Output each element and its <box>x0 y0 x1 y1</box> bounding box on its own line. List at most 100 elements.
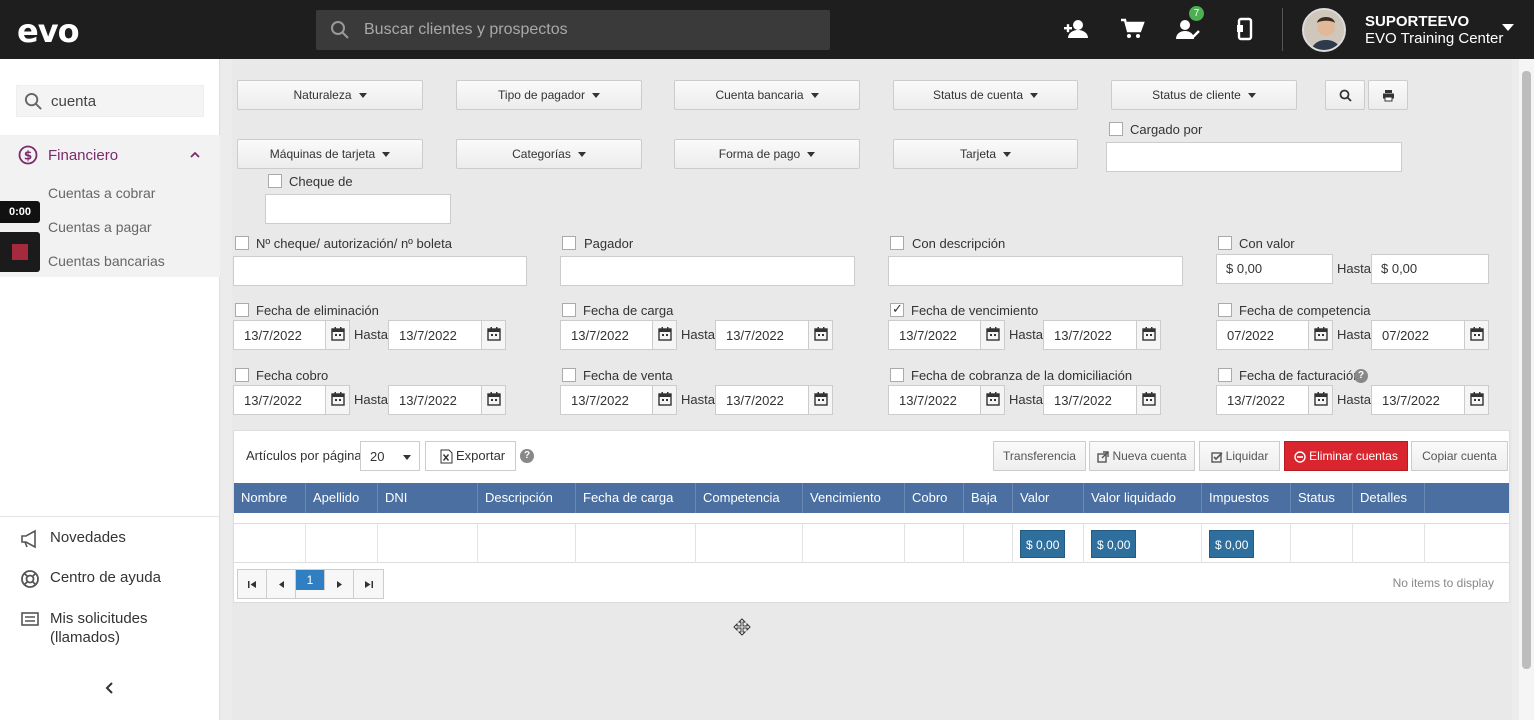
first-page-button[interactable] <box>238 570 267 598</box>
column-header[interactable]: Valor liquidado <box>1084 483 1202 513</box>
dropdown-maquinas-de-tarjeta[interactable]: Máquinas de tarjeta <box>237 139 423 169</box>
date-filter-checkbox[interactable] <box>562 368 576 382</box>
pagador-checkbox[interactable] <box>562 236 576 250</box>
sidebar-search[interactable] <box>16 85 204 117</box>
date-filter-checkbox[interactable] <box>1218 368 1232 382</box>
calendar-button[interactable] <box>481 386 505 414</box>
date-filter-checkbox[interactable] <box>1218 303 1232 317</box>
date-from-input[interactable]: 13/7/2022 <box>560 320 677 350</box>
date-filter-checkbox[interactable] <box>890 301 904 317</box>
help-icon[interactable]: ? <box>1354 369 1368 383</box>
dropdown-status-de-cuenta[interactable]: Status de cuenta <box>893 80 1078 110</box>
sidebar-link-mis-solicitudes[interactable]: Mis solicitudes (llamados) <box>20 609 180 647</box>
copiar-cuenta-button[interactable]: Copiar cuenta <box>1411 441 1508 471</box>
calendar-button[interactable] <box>980 321 1004 349</box>
chevron-left-icon[interactable] <box>103 681 117 695</box>
date-to-input[interactable]: 13/7/2022 <box>388 320 506 350</box>
pagador-input[interactable] <box>560 256 855 286</box>
calendar-button[interactable] <box>808 386 832 414</box>
avatar[interactable] <box>1302 8 1346 52</box>
valor-desde-input[interactable]: $ 0,00 <box>1216 254 1333 284</box>
column-header[interactable]: Baja <box>964 483 1013 513</box>
n-cheque-checkbox[interactable] <box>235 236 249 250</box>
calendar-button[interactable] <box>652 321 676 349</box>
column-header[interactable]: Valor <box>1013 483 1084 513</box>
date-from-input[interactable]: 07/2022 <box>1216 320 1333 350</box>
column-header[interactable]: Vencimiento <box>803 483 905 513</box>
date-filter-checkbox[interactable] <box>890 368 904 382</box>
export-button[interactable]: Exportar <box>425 441 516 471</box>
cart-icon[interactable] <box>1119 16 1145 42</box>
calendar-button[interactable] <box>1308 386 1332 414</box>
sidebar-link-centro-de-ayuda[interactable]: Centro de ayuda <box>20 569 161 589</box>
column-header[interactable]: DNI <box>378 483 478 513</box>
dropdown-naturaleza[interactable]: Naturaleza <box>237 80 423 110</box>
date-from-input[interactable]: 13/7/2022 <box>1216 385 1333 415</box>
eliminar-cuentas-button[interactable]: Eliminar cuentas <box>1284 441 1408 471</box>
help-icon[interactable]: ? <box>520 449 534 463</box>
calendar-button[interactable] <box>980 386 1004 414</box>
column-header[interactable]: Apellido <box>306 483 378 513</box>
date-from-input[interactable]: 13/7/2022 <box>888 320 1005 350</box>
liquidar-button[interactable]: Liquidar <box>1199 441 1280 471</box>
next-page-button[interactable] <box>325 570 354 598</box>
timer-chip[interactable]: 0:00 <box>0 201 40 223</box>
calendar-button[interactable] <box>325 321 349 349</box>
page-1-button[interactable]: 1 <box>296 570 325 590</box>
cheque-de-input[interactable] <box>265 194 451 224</box>
record-button[interactable] <box>0 232 40 272</box>
scrollbar-thumb[interactable] <box>1522 71 1531 669</box>
column-header[interactable]: Impuestos <box>1202 483 1291 513</box>
cargado-por-input[interactable] <box>1106 142 1402 172</box>
date-filter-checkbox[interactable] <box>562 303 576 317</box>
per-page-select[interactable]: 20 <box>360 441 420 471</box>
transferencia-button[interactable]: Transferencia <box>993 441 1086 471</box>
global-search[interactable] <box>316 10 830 50</box>
con-valor-checkbox[interactable] <box>1218 236 1232 250</box>
date-to-input[interactable]: 13/7/2022 <box>1043 320 1161 350</box>
date-filter-checkbox[interactable] <box>235 368 249 382</box>
dropdown-cuenta-bancaria[interactable]: Cuenta bancaria <box>674 80 860 110</box>
cheque-de-checkbox[interactable] <box>268 174 282 188</box>
dropdown-categorias[interactable]: Categorías <box>456 139 642 169</box>
column-header[interactable]: Detalles <box>1353 483 1425 513</box>
sidebar-search-input[interactable] <box>51 86 196 116</box>
column-header[interactable]: Fecha de carga <box>576 483 696 513</box>
column-header[interactable]: Nombre <box>234 483 306 513</box>
date-from-input[interactable]: 13/7/2022 <box>233 385 350 415</box>
dropdown-forma-de-pago[interactable]: Forma de pago <box>674 139 860 169</box>
column-header[interactable]: Cobro <box>905 483 964 513</box>
sidebar-item-cuentas-bancarias[interactable]: Cuentas bancarias <box>48 253 165 269</box>
last-page-button[interactable] <box>354 570 383 598</box>
user-name[interactable]: SUPORTEEVO <box>1365 13 1469 30</box>
date-from-input[interactable]: 13/7/2022 <box>888 385 1005 415</box>
valor-hasta-input[interactable]: $ 0,00 <box>1371 254 1489 284</box>
calendar-button[interactable] <box>1464 386 1488 414</box>
calendar-button[interactable] <box>481 321 505 349</box>
prev-page-button[interactable] <box>267 570 296 598</box>
add-user-icon[interactable] <box>1063 16 1089 42</box>
calendar-button[interactable] <box>1136 386 1160 414</box>
dropdown-tipo-de-pagador[interactable]: Tipo de pagador <box>456 80 642 110</box>
dropdown-status-de-cliente[interactable]: Status de cliente <box>1111 80 1297 110</box>
date-from-input[interactable]: 13/7/2022 <box>233 320 350 350</box>
column-header[interactable]: Status <box>1291 483 1353 513</box>
evo-logo[interactable]: evo <box>17 12 80 50</box>
date-filter-checkbox[interactable] <box>235 303 249 317</box>
nueva-cuenta-button[interactable]: Nueva cuenta <box>1089 441 1195 471</box>
calendar-button[interactable] <box>1136 321 1160 349</box>
date-to-input[interactable]: 13/7/2022 <box>388 385 506 415</box>
user-menu-caret-icon[interactable] <box>1502 24 1514 31</box>
cargado-por-checkbox[interactable] <box>1109 122 1123 136</box>
dropdown-tarjeta[interactable]: Tarjeta <box>893 139 1078 169</box>
date-to-input[interactable]: 13/7/2022 <box>715 385 833 415</box>
print-button[interactable] <box>1368 80 1408 110</box>
con-descripcion-checkbox[interactable] <box>890 236 904 250</box>
sidebar-link-novedades[interactable]: Novedades <box>20 529 126 549</box>
con-descripcion-input[interactable] <box>888 256 1183 286</box>
sidebar-item-cuentas-a-cobrar[interactable]: Cuentas a cobrar <box>48 185 155 201</box>
calendar-button[interactable] <box>1308 321 1332 349</box>
calendar-button[interactable] <box>1464 321 1488 349</box>
date-to-input[interactable]: 13/7/2022 <box>1043 385 1161 415</box>
sidebar-item-financiero[interactable]: $ Financiero <box>18 145 118 165</box>
